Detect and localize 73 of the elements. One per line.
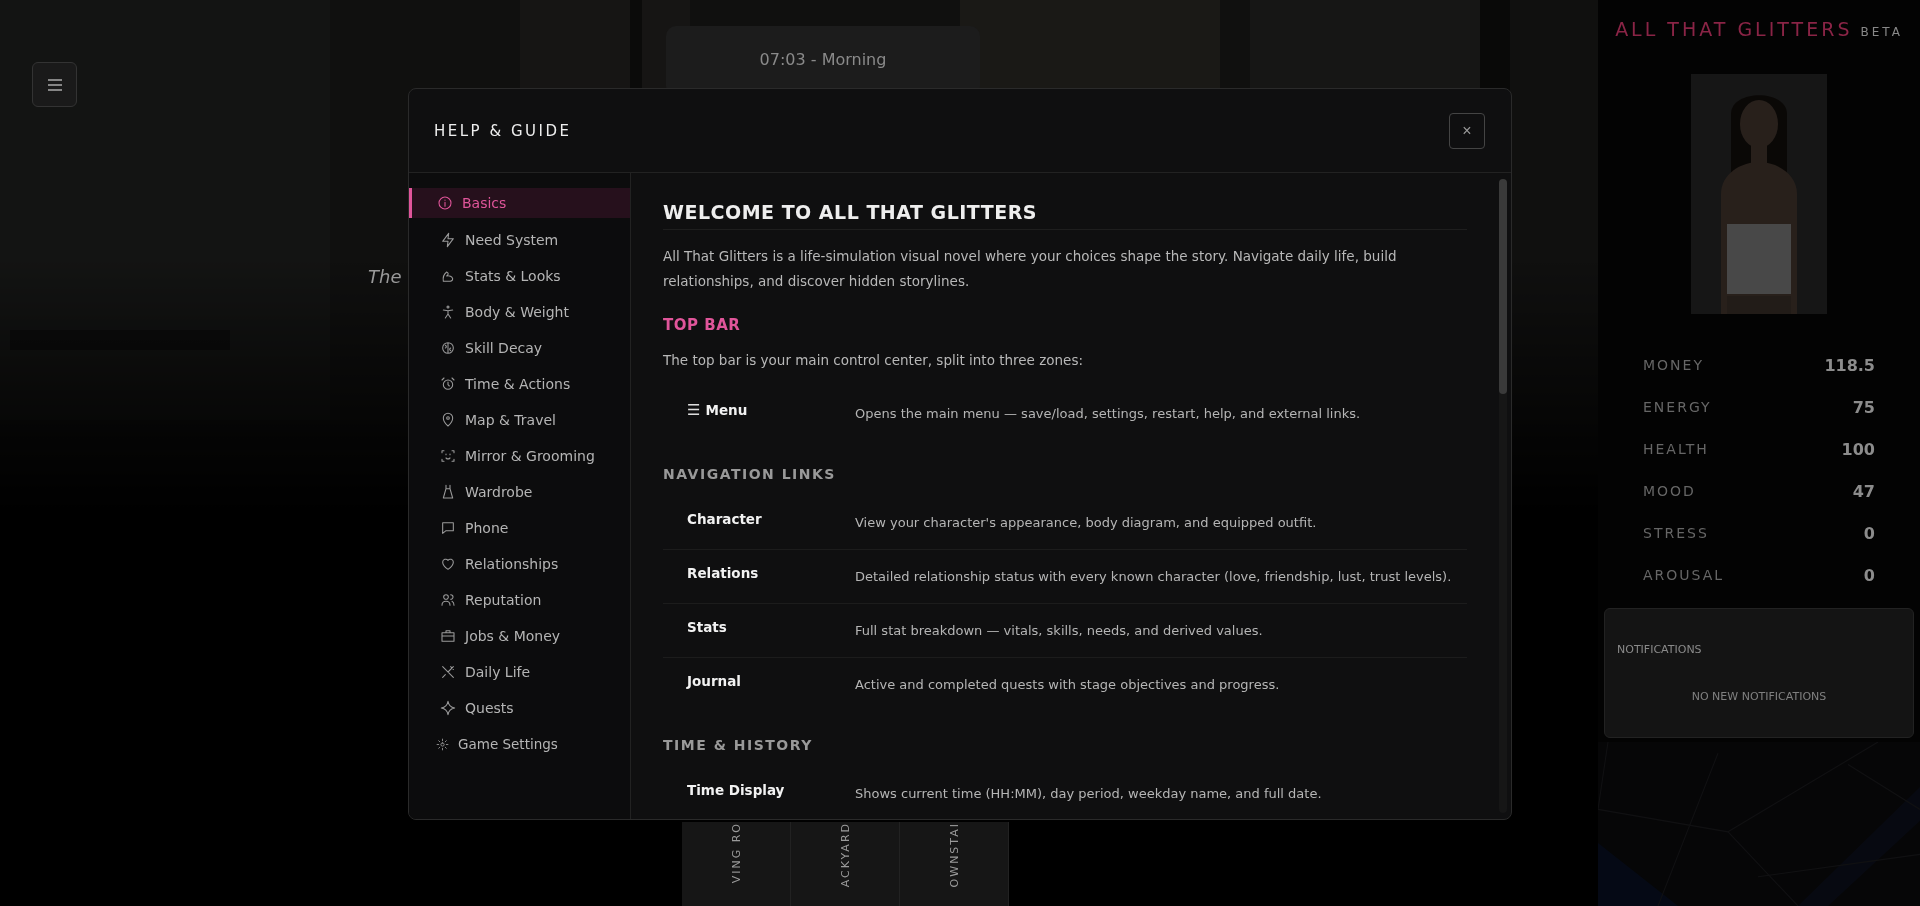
sidebar-item[interactable]: Skill Decay bbox=[409, 330, 630, 366]
people-icon bbox=[440, 592, 456, 608]
sidebar-item[interactable]: Time & Actions bbox=[409, 366, 630, 402]
menu-icon bbox=[46, 78, 63, 91]
sidebar-item[interactable]: Reputation bbox=[409, 582, 630, 618]
sidebar-item[interactable]: Wardrobe bbox=[409, 474, 630, 510]
stat-label: STRESS bbox=[1643, 525, 1709, 541]
item-description: Shows current time (HH:MM), day period, weekday name, and full date. bbox=[855, 786, 1322, 801]
section-text: The top bar is your main control center, split into three zones: bbox=[663, 351, 1084, 370]
sparkle-icon bbox=[440, 700, 456, 716]
sidebar-item[interactable]: Map & Travel bbox=[409, 402, 630, 438]
item-label: Character bbox=[687, 510, 762, 527]
stat-value: 0 bbox=[1863, 523, 1875, 543]
item-label: Stats bbox=[687, 618, 727, 635]
map-pin-icon bbox=[440, 412, 456, 428]
stat-label: MONEY bbox=[1643, 357, 1704, 373]
person-icon bbox=[440, 304, 456, 320]
stat-label: MOOD bbox=[1643, 483, 1696, 499]
item-label: Journal bbox=[687, 672, 741, 689]
sidebar-item[interactable]: Relationships bbox=[409, 546, 630, 582]
item-description: Active and completed quests with stage objectives and progress. bbox=[855, 677, 1280, 692]
sidebar-item[interactable]: Daily Life bbox=[409, 654, 630, 690]
sidebar-item[interactable]: Basics bbox=[409, 188, 630, 218]
sidebar-item[interactable]: Stats & Looks bbox=[409, 258, 630, 294]
page-heading: WELCOME TO ALL THAT GLITTERS bbox=[663, 201, 1467, 230]
game-title: ALL THAT GLITTERS bbox=[1615, 18, 1853, 40]
location-tab[interactable]: OWNSTAI bbox=[900, 822, 1009, 906]
briefcase-icon bbox=[440, 628, 456, 644]
stat-label: ENERGY bbox=[1643, 399, 1712, 415]
dress-icon bbox=[440, 484, 456, 500]
intro-text: All That Glitters is a life-simulation visual novel where your choices shape the story. Navigate daily life, build relationships, and discover hidden storylines. bbox=[663, 247, 1398, 291]
beta-label: BETA bbox=[1860, 25, 1903, 39]
sidebar-item[interactable]: Mirror & Grooming bbox=[409, 438, 630, 474]
panel-title: NOTIFICATIONS bbox=[1617, 643, 1703, 656]
sidebar-item[interactable]: Phone bbox=[409, 510, 630, 546]
lightning-icon bbox=[440, 232, 456, 248]
stat-value: 118.5 bbox=[1824, 355, 1875, 375]
scrollbar[interactable] bbox=[1499, 179, 1507, 813]
stat-value: 0 bbox=[1863, 565, 1875, 585]
sidebar-item[interactable]: Jobs & Money bbox=[409, 618, 630, 654]
stat-value: 100 bbox=[1841, 439, 1875, 459]
section-heading: TIME & HISTORY bbox=[663, 737, 814, 753]
item-description: Opens the main menu — save/load, settings, restart, help, and external links. bbox=[855, 406, 1361, 421]
face-scan-icon bbox=[440, 448, 456, 464]
item-description: View your character's appearance, body diagram, and equipped outfit. bbox=[855, 515, 1317, 530]
item-label: Menu bbox=[705, 401, 748, 418]
dialog-title: HELP & GUIDE bbox=[434, 121, 572, 140]
location-tab[interactable]: ACKYARD bbox=[791, 822, 900, 906]
section-heading: TOP BAR bbox=[663, 316, 742, 334]
cutlery-icon bbox=[440, 664, 456, 680]
menu-button[interactable] bbox=[32, 62, 77, 107]
empty-message: NO NEW NOTIFICATIONS bbox=[1690, 690, 1828, 703]
sidebar-item[interactable]: Game Settings bbox=[409, 726, 630, 762]
heart-icon bbox=[440, 556, 456, 572]
item-label: Time Display bbox=[687, 781, 785, 798]
item-description: Detailed relationship status with every known character (love, friendship, lust, trust levels). bbox=[855, 569, 1452, 584]
sidebar-item[interactable]: Body & Weight bbox=[409, 294, 630, 330]
section-heading: NAVIGATION LINKS bbox=[663, 466, 837, 482]
menu-icon: ☰ bbox=[687, 400, 701, 419]
stat-value: 47 bbox=[1852, 481, 1875, 501]
stat-label: AROUSAL bbox=[1643, 567, 1725, 583]
sidebar-item[interactable]: Quests bbox=[409, 690, 630, 726]
stat-label: HEALTH bbox=[1643, 441, 1709, 457]
sidebar-item[interactable]: Need System bbox=[409, 222, 630, 258]
location-tab[interactable]: VING RO bbox=[682, 822, 791, 906]
close-button[interactable]: × bbox=[1449, 112, 1485, 149]
stat-value: 75 bbox=[1852, 397, 1875, 417]
scene-caption: The bbox=[368, 266, 402, 287]
speech-bubble-icon bbox=[440, 520, 456, 536]
info-icon bbox=[437, 195, 453, 211]
alarm-clock-icon bbox=[440, 376, 456, 392]
item-label: Relations bbox=[687, 564, 759, 581]
item-description: Full stat breakdown — vitals, skills, needs, and derived values. bbox=[855, 623, 1263, 638]
